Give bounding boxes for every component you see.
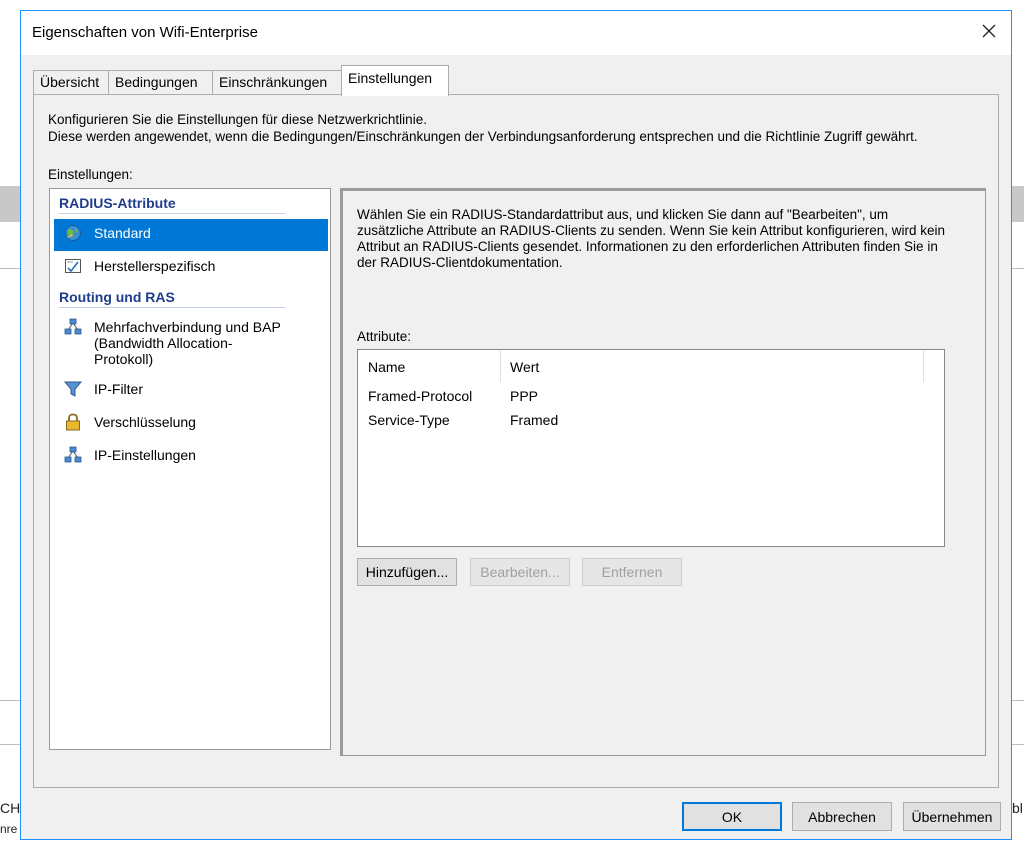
cell-name: Service-Type — [368, 412, 450, 428]
network-icon — [64, 318, 82, 335]
background-text: bl — [1012, 800, 1023, 816]
apply-button[interactable]: Übernehmen — [903, 802, 1001, 831]
group-header-radius: RADIUS-Attribute — [59, 195, 285, 214]
attributes-label: Attribute: — [357, 329, 412, 344]
edit-button[interactable]: Bearbeiten... — [470, 558, 570, 586]
window-title: Eigenschaften von Wifi-Enterprise — [32, 24, 258, 41]
column-divider[interactable] — [500, 350, 501, 382]
tree-item-label: IP-Einstellungen — [94, 447, 196, 463]
tab-bedingungen[interactable]: Bedingungen — [108, 70, 213, 94]
settings-tree: RADIUS-Attribute Standard Herstellerspez… — [49, 188, 331, 750]
ok-button[interactable]: OK — [682, 802, 782, 831]
intro-text: Konfigurieren Sie die Einstellungen für … — [48, 111, 918, 145]
tab-einstellungen[interactable]: Einstellungen — [341, 65, 449, 96]
tree-item-verschluesselung[interactable]: Verschlüsselung — [54, 408, 328, 438]
settings-label: Einstellungen: — [48, 167, 133, 182]
close-button[interactable] — [977, 19, 1001, 43]
tree-item-label: IP-Filter — [94, 381, 143, 397]
tree-item-standard[interactable]: Standard — [54, 219, 328, 251]
attributes-list[interactable]: Name Wert Framed-Protocol PPP Service-Ty… — [357, 349, 945, 547]
background-text: CH — [0, 800, 21, 816]
add-button[interactable]: Hinzufügen... — [357, 558, 457, 586]
tree-item-mehrfachverbindung[interactable]: Mehrfachverbindung und BAP (Bandwidth Al… — [54, 313, 328, 371]
table-row[interactable]: Service-Type Framed — [358, 408, 944, 432]
tree-item-herstellerspezifisch[interactable]: Herstellerspezifisch — [54, 252, 328, 282]
cell-value: PPP — [510, 388, 539, 404]
tree-item-label: Standard — [94, 225, 151, 241]
tree-item-label: Herstellerspezifisch — [94, 258, 216, 274]
cell-name: Framed-Protocol — [368, 388, 473, 404]
tree-item-ip-filter[interactable]: IP-Filter — [54, 375, 328, 405]
close-icon — [982, 24, 996, 38]
tab-einschraenkungen[interactable]: Einschränkungen — [212, 70, 342, 94]
background-band-left — [0, 186, 22, 222]
tree-item-label: Verschlüsselung — [94, 414, 196, 430]
background-text: nre — [0, 822, 18, 836]
group-header-routing: Routing und RAS — [59, 289, 285, 308]
globe-icon — [65, 225, 81, 241]
title-bar: Eigenschaften von Wifi-Enterprise — [21, 11, 1011, 55]
intro-line-2: Diese werden angewendet, wenn die Beding… — [48, 129, 918, 144]
background-divider — [0, 700, 22, 701]
tab-uebersicht[interactable]: Übersicht — [33, 70, 109, 94]
background-divider — [0, 744, 22, 745]
table-row[interactable]: Framed-Protocol PPP — [358, 384, 944, 408]
lock-icon — [66, 413, 80, 431]
cell-value: Framed — [510, 412, 559, 428]
intro-line-1: Konfigurieren Sie die Einstellungen für … — [48, 112, 427, 127]
properties-dialog: Eigenschaften von Wifi-Enterprise Übersi… — [20, 10, 1012, 840]
detail-pane: Wählen Sie ein RADIUS-Standardattribut a… — [340, 188, 986, 756]
tree-item-label: Mehrfachverbindung und BAP (Bandwidth Al… — [94, 319, 281, 367]
funnel-icon — [64, 381, 82, 397]
list-header: Name Wert — [358, 350, 944, 382]
background-divider — [0, 268, 22, 269]
network-icon — [64, 446, 82, 463]
detail-description: Wählen Sie ein RADIUS-Standardattribut a… — [357, 207, 946, 270]
column-divider[interactable] — [923, 350, 924, 382]
column-header-name[interactable]: Name — [368, 359, 405, 375]
settings-tab-panel: Konfigurieren Sie die Einstellungen für … — [33, 94, 999, 788]
remove-button[interactable]: Entfernen — [582, 558, 682, 586]
tree-item-ip-einstellungen[interactable]: IP-Einstellungen — [54, 441, 328, 471]
column-header-wert[interactable]: Wert — [510, 359, 539, 375]
checklist-icon — [65, 259, 81, 273]
cancel-button[interactable]: Abbrechen — [792, 802, 892, 831]
